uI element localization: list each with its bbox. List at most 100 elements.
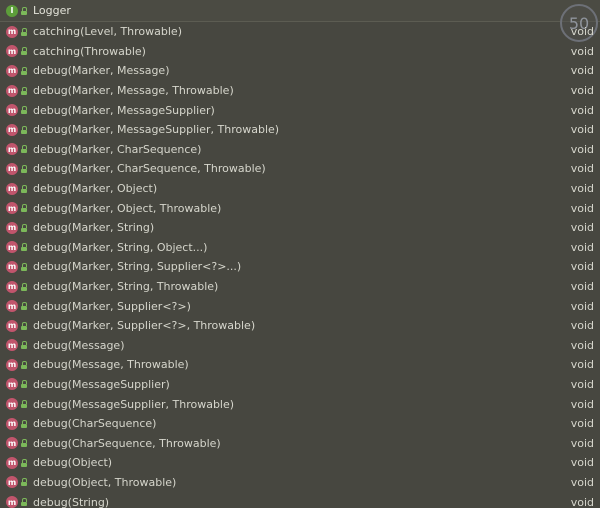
- method-row[interactable]: m debug(Message) void: [0, 336, 600, 356]
- method-icon: m: [6, 64, 18, 77]
- method-row[interactable]: m debug(MessageSupplier) void: [0, 375, 600, 395]
- public-lock-icon: [21, 47, 27, 56]
- method-signature: debug(Marker, Object, Throwable): [33, 201, 222, 215]
- method-return-type: void: [570, 162, 594, 176]
- method-icon: m: [6, 339, 18, 352]
- method-icon: m: [6, 241, 18, 254]
- method-signature: debug(CharSequence, Throwable): [33, 436, 221, 450]
- method-icon: m: [6, 104, 18, 117]
- method-return-type: void: [570, 44, 594, 58]
- public-lock-icon: [21, 419, 27, 428]
- method-list[interactable]: m catching(Level, Throwable) void m catching…: [0, 22, 600, 508]
- method-signature: debug(Object, Throwable): [33, 475, 177, 489]
- public-lock-icon: [21, 478, 27, 487]
- method-signature: debug(String): [33, 495, 110, 508]
- method-icon: m: [6, 221, 18, 234]
- method-signature: debug(Message): [33, 338, 125, 352]
- method-row[interactable]: m debug(Message, Throwable) void: [0, 355, 600, 375]
- method-return-type: void: [570, 240, 594, 254]
- public-lock-icon: [21, 164, 27, 173]
- method-return-type: void: [570, 142, 594, 156]
- method-icon: m: [6, 437, 18, 450]
- method-icon: m: [6, 417, 18, 430]
- method-row[interactable]: m debug(Marker, Message, Throwable) void: [0, 81, 600, 101]
- public-lock-icon: [21, 223, 27, 232]
- method-signature: debug(Marker, Object): [33, 182, 158, 196]
- public-lock-icon: [21, 66, 27, 75]
- method-return-type: void: [570, 456, 594, 470]
- method-row[interactable]: m debug(Marker, Supplier<?>, Throwable) vo…: [0, 316, 600, 336]
- public-lock-icon: [21, 321, 27, 330]
- public-lock-icon: [21, 400, 27, 409]
- method-signature: debug(Marker, Supplier<?>, Throwable): [33, 319, 256, 333]
- method-signature: debug(MessageSupplier): [33, 377, 170, 391]
- method-row[interactable]: m debug(Marker, Message) void: [0, 61, 600, 81]
- method-row[interactable]: m debug(Marker, String, Supplier<?>...) vo…: [0, 257, 600, 277]
- public-lock-icon: [21, 243, 27, 252]
- method-row[interactable]: m debug(Marker, MessageSupplier, Throwabl…: [0, 120, 600, 140]
- method-row[interactable]: m debug(Marker, Object) void: [0, 179, 600, 199]
- method-signature: debug(Marker, Message): [33, 64, 170, 78]
- method-row[interactable]: m debug(Marker, MessageSupplier) void: [0, 100, 600, 120]
- structure-popup: I Logger 50 m catching(Level, Throwable) v…: [0, 0, 600, 508]
- method-icon: m: [6, 162, 18, 175]
- method-icon: m: [6, 300, 18, 313]
- method-return-type: void: [570, 338, 594, 352]
- method-signature: debug(Marker, MessageSupplier, Throwable…: [33, 123, 280, 137]
- method-row[interactable]: m debug(String) void: [0, 492, 600, 508]
- method-return-type: void: [570, 103, 594, 117]
- method-signature: debug(Marker, String, Throwable): [33, 280, 219, 294]
- method-signature: debug(Message, Throwable): [33, 358, 189, 372]
- method-icon: m: [6, 496, 18, 508]
- method-row[interactable]: m debug(Marker, String) void: [0, 218, 600, 238]
- method-icon: m: [6, 280, 18, 293]
- method-return-type: void: [570, 495, 594, 508]
- public-lock-icon: [21, 86, 27, 95]
- method-signature: debug(MessageSupplier, Throwable): [33, 397, 235, 411]
- method-icon: m: [6, 25, 18, 38]
- method-signature: debug(Marker, String, Object...): [33, 240, 208, 254]
- method-return-type: void: [570, 319, 594, 333]
- public-lock-icon: [21, 341, 27, 350]
- method-return-type: void: [570, 201, 594, 215]
- method-return-type: void: [570, 299, 594, 313]
- public-lock-icon: [21, 125, 27, 134]
- interface-icon: I: [6, 4, 18, 17]
- method-return-type: void: [570, 280, 594, 294]
- method-icon: m: [6, 84, 18, 97]
- method-return-type: void: [570, 397, 594, 411]
- public-lock-icon: [21, 380, 27, 389]
- public-lock-icon: [21, 458, 27, 467]
- method-row[interactable]: m debug(Marker, Object, Throwable) void: [0, 198, 600, 218]
- method-row[interactable]: m debug(Object) void: [0, 453, 600, 473]
- method-signature: debug(Marker, CharSequence): [33, 142, 202, 156]
- method-signature: debug(Marker, Supplier<?>): [33, 299, 191, 313]
- method-row[interactable]: m debug(Marker, String, Throwable) void: [0, 277, 600, 297]
- method-return-type: void: [570, 417, 594, 431]
- method-row[interactable]: m debug(Object, Throwable) void: [0, 473, 600, 493]
- method-icon: m: [6, 398, 18, 411]
- method-row[interactable]: m debug(MessageSupplier, Throwable) void: [0, 394, 600, 414]
- public-lock-icon: [21, 106, 27, 115]
- popup-header: I Logger: [0, 0, 600, 22]
- method-row[interactable]: m catching(Throwable) void: [0, 42, 600, 62]
- method-row[interactable]: m debug(Marker, Supplier<?>) void: [0, 296, 600, 316]
- method-return-type: void: [570, 64, 594, 78]
- method-signature: debug(CharSequence): [33, 417, 157, 431]
- method-return-type: void: [570, 260, 594, 274]
- method-icon: m: [6, 358, 18, 371]
- public-lock-icon: [21, 6, 27, 15]
- method-row[interactable]: m debug(CharSequence) void: [0, 414, 600, 434]
- method-icon: m: [6, 143, 18, 156]
- method-row[interactable]: m debug(Marker, CharSequence, Throwable) v…: [0, 159, 600, 179]
- method-icon: m: [6, 456, 18, 469]
- method-row[interactable]: m catching(Level, Throwable) void: [0, 22, 600, 42]
- method-row[interactable]: m debug(Marker, CharSequence) void: [0, 140, 600, 160]
- method-icon: m: [6, 182, 18, 195]
- method-row[interactable]: m debug(Marker, String, Object...) void: [0, 238, 600, 258]
- public-lock-icon: [21, 204, 27, 213]
- public-lock-icon: [21, 262, 27, 271]
- method-row[interactable]: m debug(CharSequence, Throwable) void: [0, 433, 600, 453]
- method-return-type: void: [570, 84, 594, 98]
- method-return-type: void: [570, 377, 594, 391]
